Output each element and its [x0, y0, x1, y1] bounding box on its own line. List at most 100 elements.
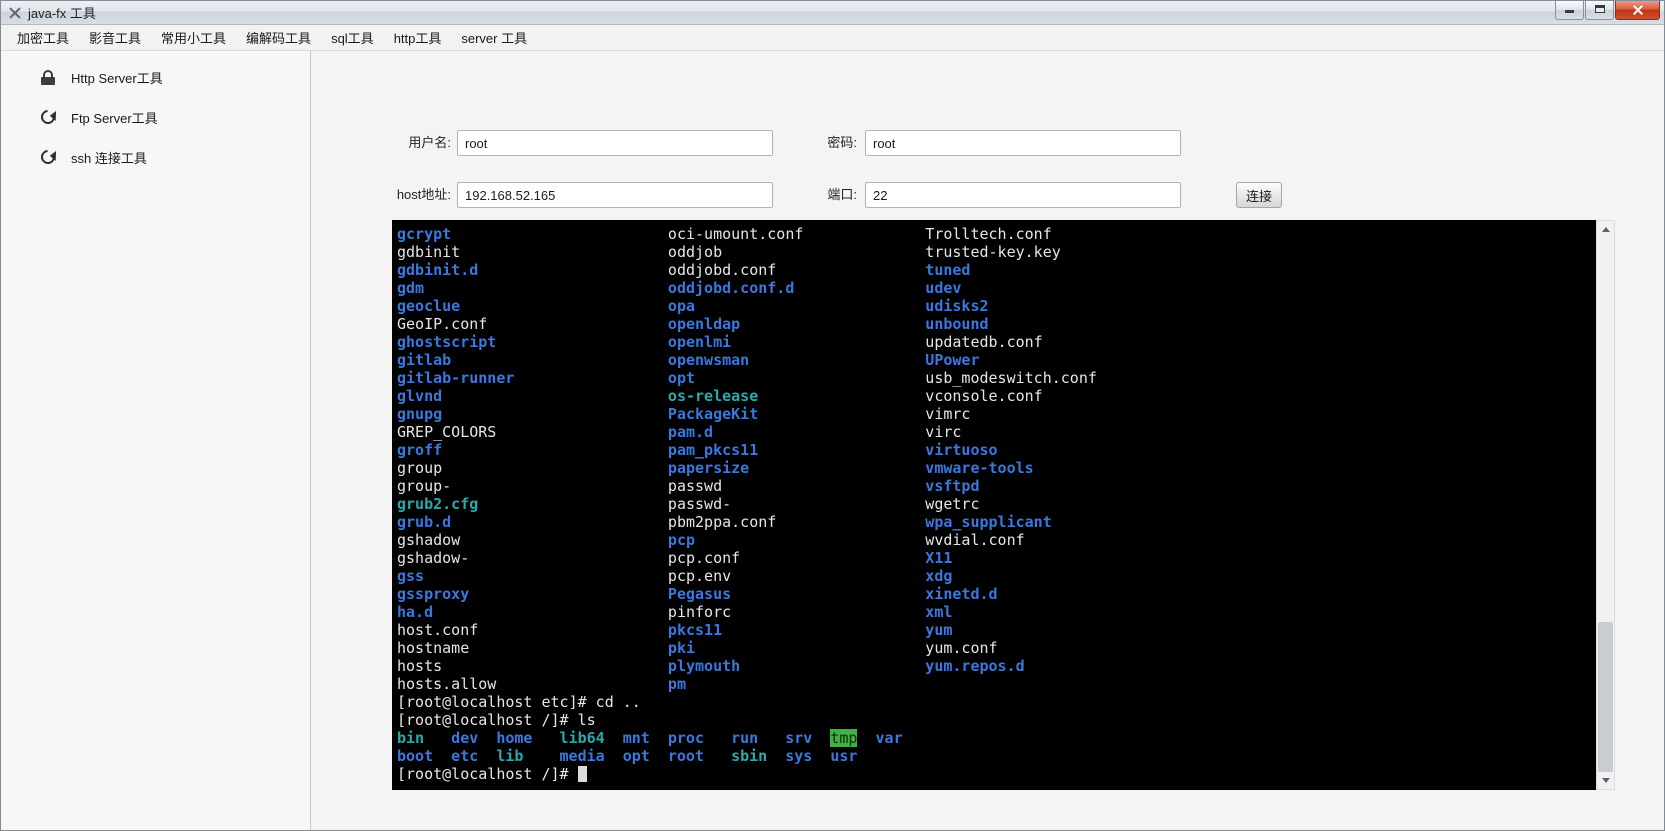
- terminal-entry: udev: [925, 279, 961, 297]
- app-window: java-fx 工具 加密工具 影音工具 常用小工具 编解码工具 sql工具 h…: [0, 0, 1665, 831]
- terminal-entry: wpa_supplicant: [925, 513, 1051, 531]
- connect-button[interactable]: 连接: [1236, 182, 1282, 208]
- terminal-entry: pm: [668, 675, 925, 693]
- window-controls: [1554, 1, 1660, 20]
- terminal-entry: opa: [668, 297, 925, 315]
- terminal-entry: wgetrc: [925, 495, 979, 513]
- terminal-scrollbar[interactable]: [1596, 220, 1615, 790]
- terminal-entry: yum.repos.d: [925, 657, 1024, 675]
- terminal-entry: pki: [668, 639, 925, 657]
- close-icon: [1632, 4, 1644, 16]
- scroll-thumb[interactable]: [1598, 622, 1613, 772]
- terminal-entry: Trolltech.conf: [925, 225, 1051, 243]
- menu-item-media-tools[interactable]: 影音工具: [79, 24, 151, 51]
- arrow-down-icon: [1602, 778, 1610, 783]
- terminal-line: grouppapersizevmware-tools: [397, 459, 1596, 477]
- terminal-entry: gnupg: [397, 405, 668, 423]
- password-input[interactable]: [865, 130, 1181, 156]
- window-title: java-fx 工具: [28, 3, 96, 22]
- terminal-entry: hostname: [397, 639, 668, 657]
- terminal-screen[interactable]: gcryptoci-umount.confTrolltech.confgdbin…: [392, 220, 1596, 790]
- terminal-entry: unbound: [925, 315, 988, 333]
- sidebar-item-http-server[interactable]: Http Server工具: [1, 57, 310, 97]
- terminal-entry: media: [560, 747, 623, 765]
- scroll-down-button[interactable]: [1597, 772, 1614, 789]
- terminal-entry: oddjobd.conf: [668, 261, 925, 279]
- main-panel: 用户名: 密码: host地址: 端口: 连接 gcryptoci-umount…: [311, 51, 1664, 830]
- terminal-line: GeoIP.confopenldapunbound: [397, 315, 1596, 333]
- terminal-line: gssproxyPegasusxinetd.d: [397, 585, 1596, 603]
- username-label: 用户名:: [331, 130, 451, 156]
- menu-item-server-tools[interactable]: server 工具: [451, 24, 537, 51]
- terminal-entry: virtuoso: [925, 441, 997, 459]
- terminal-entry: gdm: [397, 279, 668, 297]
- menu-item-common-tools[interactable]: 常用小工具: [151, 24, 236, 51]
- menu-item-sql-tools[interactable]: sql工具: [321, 24, 384, 51]
- scroll-up-button[interactable]: [1597, 221, 1614, 238]
- terminal-entry: os-release: [668, 387, 925, 405]
- terminal-entry: grub2.cfg: [397, 495, 668, 513]
- lock-icon: [41, 70, 55, 85]
- sidebar-item-ftp-server[interactable]: Ftp Server工具: [1, 97, 310, 137]
- terminal-entry: tmp: [830, 729, 875, 747]
- app-icon: [8, 6, 22, 20]
- terminal-entry: openlmi: [668, 333, 925, 351]
- terminal-line: host.confpkcs11yum: [397, 621, 1596, 639]
- port-label: 端口:: [785, 182, 857, 208]
- terminal-entry: vsftpd: [925, 477, 979, 495]
- terminal-entry: ghostscript: [397, 333, 668, 351]
- terminal-entry: X11: [925, 549, 952, 567]
- terminal-entry: tuned: [925, 261, 970, 279]
- terminal-line: bootetclibmediaoptrootsbinsysusr: [397, 747, 1596, 765]
- terminal-line: grub.dpbm2ppa.confwpa_supplicant: [397, 513, 1596, 531]
- terminal-entry: vmware-tools: [925, 459, 1033, 477]
- terminal-line: ha.dpinforcxml: [397, 603, 1596, 621]
- terminal-entry: pkcs11: [668, 621, 925, 639]
- sidebar-item-label: Ftp Server工具: [71, 108, 158, 127]
- terminal-entry: gshadow-: [397, 549, 668, 567]
- terminal-entry: usr: [830, 747, 875, 765]
- terminal-entry: group: [397, 459, 668, 477]
- terminal-entry: lib: [496, 747, 559, 765]
- terminal-entry: passwd: [668, 477, 925, 495]
- terminal-cursor: [578, 766, 587, 782]
- terminal-line: gitlab-runneroptusb_modeswitch.conf: [397, 369, 1596, 387]
- terminal-entry: hosts: [397, 657, 668, 675]
- terminal-entry: boot: [397, 747, 451, 765]
- port-input[interactable]: [865, 182, 1181, 208]
- terminal-entry: host.conf: [397, 621, 668, 639]
- terminal-line: gnupgPackageKitvimrc: [397, 405, 1596, 423]
- menu-item-encrypt-tools[interactable]: 加密工具: [7, 24, 79, 51]
- terminal-line: gcryptoci-umount.confTrolltech.conf: [397, 225, 1596, 243]
- terminal-entry: gitlab-runner: [397, 369, 668, 387]
- menubar: 加密工具 影音工具 常用小工具 编解码工具 sql工具 http工具 serve…: [1, 25, 1664, 51]
- terminal-entry: vimrc: [925, 405, 970, 423]
- terminal-entry: xdg: [925, 567, 952, 585]
- host-input[interactable]: [457, 182, 773, 208]
- minimize-button[interactable]: [1555, 1, 1584, 20]
- terminal-entry: group-: [397, 477, 668, 495]
- terminal-line: gsspcp.envxdg: [397, 567, 1596, 585]
- terminal-line: [root@localhost /]# ls: [397, 711, 1596, 729]
- terminal-entry: GeoIP.conf: [397, 315, 668, 333]
- terminal-entry: opt: [623, 747, 668, 765]
- terminal-entry: udisks2: [925, 297, 988, 315]
- menu-item-codec-tools[interactable]: 编解码工具: [236, 24, 321, 51]
- terminal-entry: PackageKit: [668, 405, 925, 423]
- username-input[interactable]: [457, 130, 773, 156]
- terminal-entry: bin: [397, 729, 451, 747]
- close-button[interactable]: [1615, 1, 1660, 20]
- menu-item-http-tools[interactable]: http工具: [384, 24, 452, 51]
- sidebar-item-ssh-connect[interactable]: ssh 连接工具: [1, 137, 310, 177]
- terminal-line: gshadowpcpwvdial.conf: [397, 531, 1596, 549]
- terminal-line: gshadow-pcp.confX11: [397, 549, 1596, 567]
- terminal-line: GREP_COLORSpam.dvirc: [397, 423, 1596, 441]
- maximize-button[interactable]: [1585, 1, 1614, 20]
- refresh-icon: [38, 107, 58, 127]
- terminal-panel: gcryptoci-umount.confTrolltech.confgdbin…: [392, 220, 1615, 790]
- terminal-entry: ha.d: [397, 603, 668, 621]
- terminal-line: geoclueopaudisks2: [397, 297, 1596, 315]
- terminal-entry: virc: [925, 423, 961, 441]
- terminal-line: grub2.cfgpasswd-wgetrc: [397, 495, 1596, 513]
- terminal-line: gdbinitoddjobtrusted-key.key: [397, 243, 1596, 261]
